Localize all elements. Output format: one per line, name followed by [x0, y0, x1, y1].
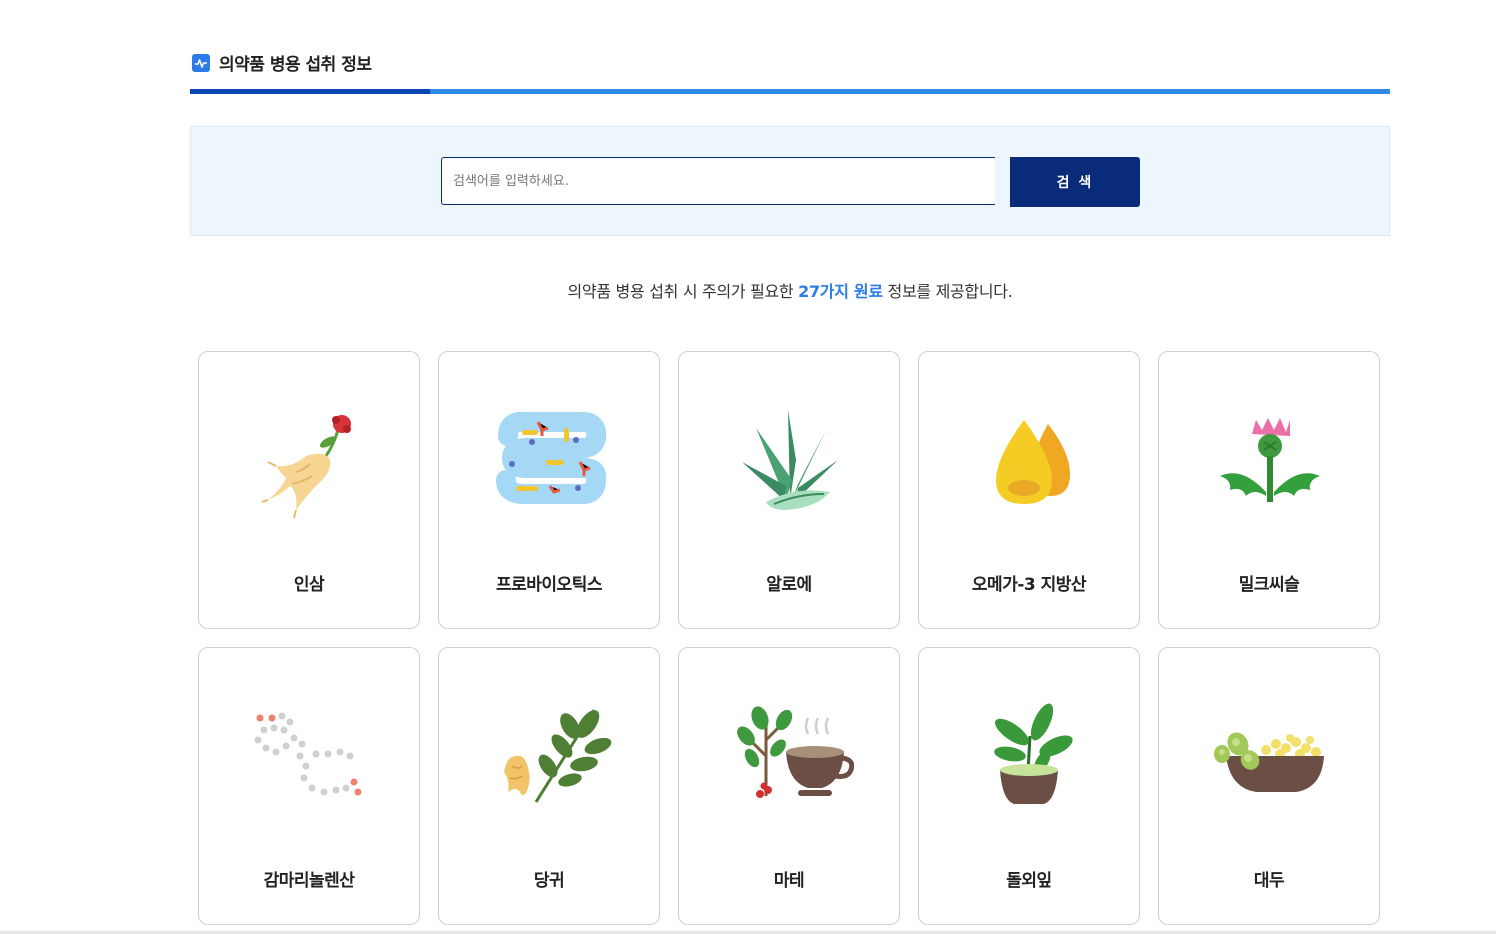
info-text: 의약품 병용 섭취 시 주의가 필요한 27가지 원료 정보를 제공합니다.	[190, 278, 1390, 302]
ingredient-card[interactable]: 오메가-3 지방산	[918, 351, 1140, 629]
ingredient-label: 당귀	[533, 871, 565, 891]
tab-underline	[190, 89, 1390, 94]
ingredient-card[interactable]: 인삼	[198, 351, 420, 629]
ginseng-icon	[261, 415, 351, 519]
search-panel: 검 색	[190, 126, 1390, 236]
ingredient-label: 감마리놀렌산	[263, 871, 355, 891]
ingredient-card[interactable]: 돌외잎	[918, 647, 1140, 925]
ingredient-card[interactable]: 밀크씨슬	[1158, 351, 1380, 629]
info-text-before: 의약품 병용 섭취 시 주의가 필요한	[567, 282, 799, 301]
molecule-chain-icon	[254, 712, 362, 796]
ingredient-label: 인삼	[293, 575, 325, 595]
info-highlight: 27가지 원료	[798, 282, 883, 301]
ingredient-label: 돌외잎	[1006, 871, 1052, 891]
ingredient-card[interactable]: 당귀	[438, 647, 660, 925]
tab-active-indicator	[190, 89, 430, 94]
oil-drop-icon	[996, 420, 1070, 504]
section-title: 의약품 병용 섭취 정보	[192, 50, 372, 75]
angelica-root-icon	[504, 709, 612, 803]
ingredient-label: 오메가-3 지방산	[971, 575, 1087, 595]
probiotics-icon	[496, 411, 607, 504]
ingredient-label: 대두	[1253, 871, 1285, 891]
ingredient-label: 마테	[773, 871, 805, 891]
ingredient-label: 알로에	[766, 575, 812, 595]
ingredient-card[interactable]: 프로바이오틱스	[438, 351, 660, 629]
mate-tea-icon	[737, 706, 854, 798]
search-input[interactable]	[441, 157, 995, 205]
ingredient-card[interactable]: 마테	[678, 647, 900, 925]
aloe-icon	[742, 410, 838, 510]
ingredient-card[interactable]: 알로에	[678, 351, 900, 629]
ingredient-card[interactable]: 감마리놀렌산	[198, 647, 420, 925]
info-text-after: 정보를 제공합니다.	[882, 282, 1013, 301]
potted-leaf-icon	[994, 703, 1073, 804]
ingredient-label: 밀크씨슬	[1238, 575, 1300, 595]
ingredient-card[interactable]: 대두	[1158, 647, 1380, 925]
milk-thistle-icon	[1220, 418, 1320, 502]
ingredient-label: 프로바이오틱스	[496, 575, 602, 595]
search-button[interactable]: 검 색	[1010, 157, 1140, 207]
soybean-bowl-icon	[1214, 732, 1324, 792]
pulse-chart-icon	[192, 53, 210, 72]
page-title: 의약품 병용 섭취 정보	[219, 55, 372, 75]
